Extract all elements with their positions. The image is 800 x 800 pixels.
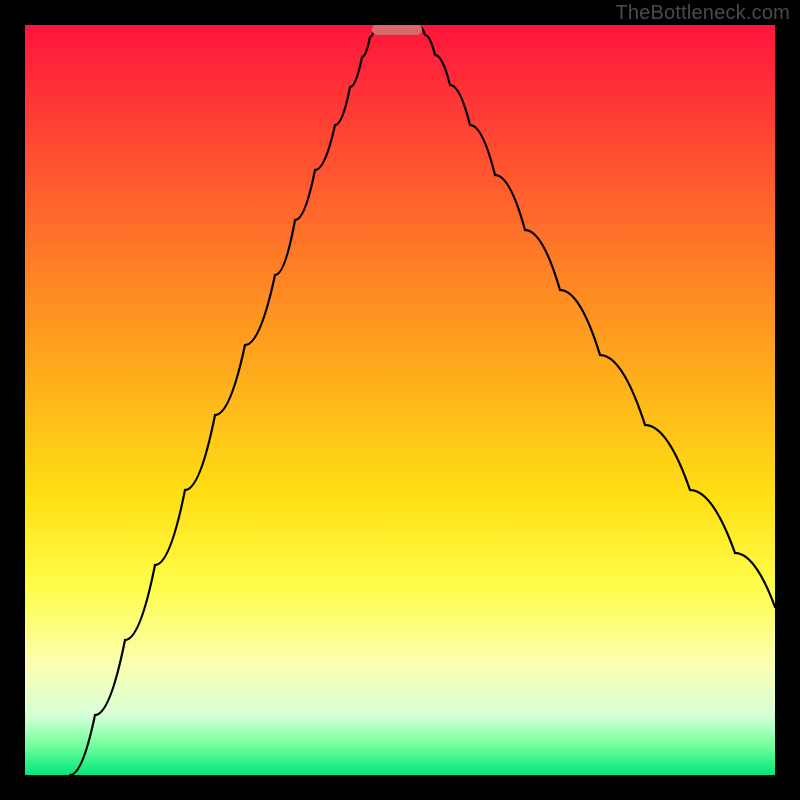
bottleneck-marker	[372, 25, 422, 35]
watermark-text: TheBottleneck.com	[615, 2, 790, 25]
curves-svg	[25, 25, 775, 775]
plot-area	[25, 25, 775, 775]
right-curve	[420, 27, 775, 607]
left-curve	[70, 27, 375, 775]
chart-frame: TheBottleneck.com	[0, 0, 800, 800]
